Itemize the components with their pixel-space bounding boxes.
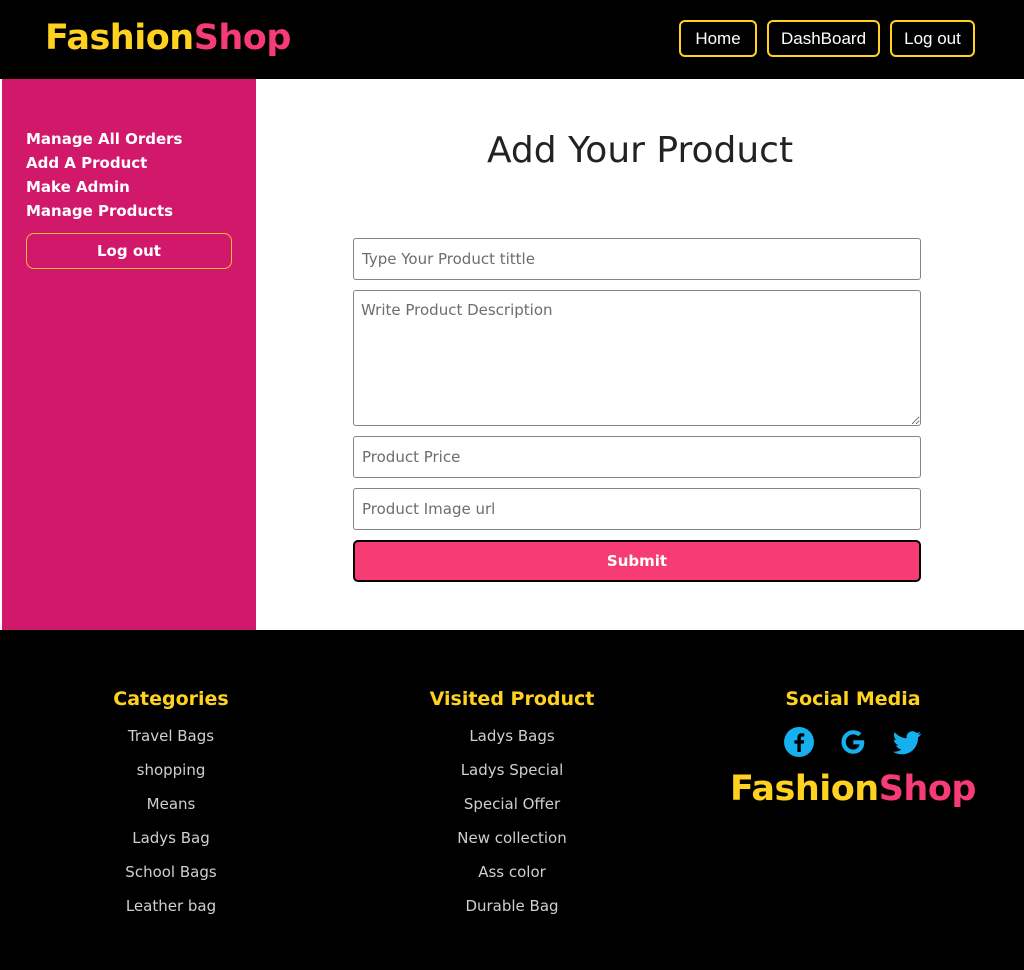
footer-social-heading: Social Media (785, 688, 921, 710)
sidebar-item-add-product[interactable]: Add A Product (26, 151, 147, 175)
footer-brand-logo[interactable]: FashionShop (703, 769, 1003, 809)
sidebar-logout-button[interactable]: Log out (26, 233, 232, 269)
footer-visited-item[interactable]: New collection (362, 821, 662, 855)
submit-button[interactable]: Submit (353, 540, 921, 582)
footer-visited-item[interactable]: Ladys Special (362, 753, 662, 787)
nav-home-button[interactable]: Home (679, 20, 757, 57)
footer-visited-product: Visited Product Ladys Bags Ladys Special… (362, 685, 662, 923)
footer-brand-part-fashion: Fashion (730, 769, 879, 809)
facebook-icon[interactable] (783, 726, 815, 758)
sidebar-item-make-admin[interactable]: Make Admin (26, 175, 130, 199)
brand-part-shop: Shop (193, 18, 292, 58)
footer-category-item[interactable]: Ladys Bag (21, 821, 321, 855)
top-navbar: FashionShop Home DashBoard Log out (0, 0, 1024, 79)
brand-part-fashion: Fashion (45, 18, 194, 58)
product-price-input[interactable] (353, 436, 921, 478)
footer-categories-heading: Categories (113, 688, 229, 710)
footer-category-item[interactable]: Leather bag (21, 889, 321, 923)
footer-visited-heading: Visited Product (429, 688, 595, 710)
nav-logout-button[interactable]: Log out (890, 20, 975, 57)
product-image-url-input[interactable] (353, 488, 921, 530)
sidebar-item-manage-all-orders[interactable]: Manage All Orders (26, 127, 182, 151)
google-icon[interactable] (837, 726, 869, 758)
footer-brand-part-shop: Shop (878, 769, 977, 809)
footer: Categories Travel Bags shopping Means La… (0, 630, 1024, 970)
footer-category-item[interactable]: Travel Bags (21, 719, 321, 753)
footer-social-media: Social Media FashionShop (703, 685, 1003, 809)
page-title: Add Your Product (486, 130, 794, 171)
product-description-textarea[interactable] (353, 290, 921, 426)
footer-category-item[interactable]: School Bags (21, 855, 321, 889)
footer-visited-item[interactable]: Special Offer (362, 787, 662, 821)
footer-visited-item[interactable]: Ass color (362, 855, 662, 889)
dashboard-sidebar: Manage All Orders Add A Product Make Adm… (2, 79, 256, 630)
footer-visited-item[interactable]: Ladys Bags (362, 719, 662, 753)
footer-category-item[interactable]: Means (21, 787, 321, 821)
twitter-icon[interactable] (891, 726, 923, 758)
footer-visited-item[interactable]: Durable Bag (362, 889, 662, 923)
brand-logo[interactable]: FashionShop (45, 14, 291, 62)
sidebar-item-manage-products[interactable]: Manage Products (26, 199, 173, 223)
nav-dashboard-button[interactable]: DashBoard (767, 20, 880, 57)
footer-category-item[interactable]: shopping (21, 753, 321, 787)
footer-categories: Categories Travel Bags shopping Means La… (21, 685, 321, 923)
product-title-input[interactable] (353, 238, 921, 280)
